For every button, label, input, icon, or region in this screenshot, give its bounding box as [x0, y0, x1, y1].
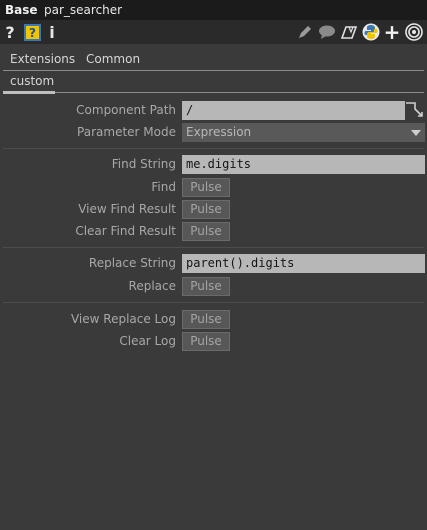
param-label: Parameter Mode — [77, 125, 176, 139]
param-component-path: Component Path / — [0, 100, 427, 122]
param-label: Replace String — [88, 256, 176, 270]
dropdown-value: Expression — [186, 125, 252, 139]
page-divider — [3, 92, 424, 93]
replace-string-field[interactable]: parent().digits — [182, 254, 425, 273]
page-tab-indicator — [3, 91, 55, 94]
param-label: View Find Result — [78, 202, 176, 216]
help-icon[interactable]: ? — [3, 20, 17, 44]
toolbar: ? ? i + — [0, 20, 427, 44]
parameter-mode-dropdown[interactable]: Expression — [182, 123, 425, 142]
view-replace-log-pulse-button[interactable]: Pulse — [182, 310, 230, 329]
find-pulse-button[interactable]: Pulse — [182, 178, 230, 197]
param-label: View Replace Log — [70, 312, 176, 326]
chevron-down-icon — [411, 130, 421, 136]
param-clear-log: Clear Log Pulse — [0, 331, 427, 353]
svg-text:?: ? — [29, 26, 36, 40]
param-label: Clear Find Result — [75, 224, 176, 238]
edit-icon[interactable] — [297, 20, 313, 44]
view-find-result-pulse-button[interactable]: Pulse — [182, 200, 230, 219]
section-divider — [3, 302, 424, 303]
component-path-field[interactable]: / — [182, 101, 405, 120]
param-view-replace-log: View Replace Log Pulse — [0, 309, 427, 331]
bookmark-icon[interactable] — [340, 20, 358, 44]
param-label: Find String — [111, 157, 176, 171]
section-divider — [3, 148, 424, 149]
add-icon[interactable]: + — [384, 20, 401, 44]
replace-pulse-button[interactable]: Pulse — [182, 277, 230, 296]
clear-find-result-pulse-button[interactable]: Pulse — [182, 222, 230, 241]
python-icon[interactable] — [362, 20, 380, 44]
param-label: Find — [151, 180, 176, 194]
target-icon[interactable] — [405, 20, 423, 44]
find-string-field[interactable]: me.digits — [182, 155, 425, 174]
param-parameter-mode: Parameter Mode Expression — [0, 122, 427, 144]
clear-log-pulse-button[interactable]: Pulse — [182, 332, 230, 351]
operator-type: Base — [5, 3, 38, 17]
param-label: Component Path — [76, 103, 176, 117]
param-replace: Replace Pulse — [0, 276, 427, 298]
param-find-string: Find String me.digits — [0, 154, 427, 176]
tabs-divider — [3, 70, 424, 71]
comment-icon[interactable] — [318, 20, 336, 44]
tab-extensions[interactable]: Extensions — [10, 52, 75, 66]
parameter-tabs: Extensions Common — [0, 44, 427, 72]
section-divider — [3, 247, 424, 248]
param-view-find-result: View Find Result Pulse — [0, 199, 427, 221]
info-icon[interactable]: i — [47, 20, 57, 44]
param-clear-find-result: Clear Find Result Pulse — [0, 221, 427, 243]
param-label: Replace — [128, 279, 176, 293]
operator-name[interactable]: par_searcher — [44, 3, 122, 17]
python-help-icon[interactable]: ? — [23, 20, 41, 44]
param-find: Find Pulse — [0, 177, 427, 199]
title-bar: Base par_searcher — [0, 0, 427, 20]
path-drop-icon[interactable] — [405, 100, 425, 123]
param-label: Clear Log — [119, 334, 176, 348]
page-tab-custom[interactable]: custom — [5, 74, 54, 92]
tab-common[interactable]: Common — [86, 52, 140, 66]
param-replace-string: Replace String parent().digits — [0, 253, 427, 275]
